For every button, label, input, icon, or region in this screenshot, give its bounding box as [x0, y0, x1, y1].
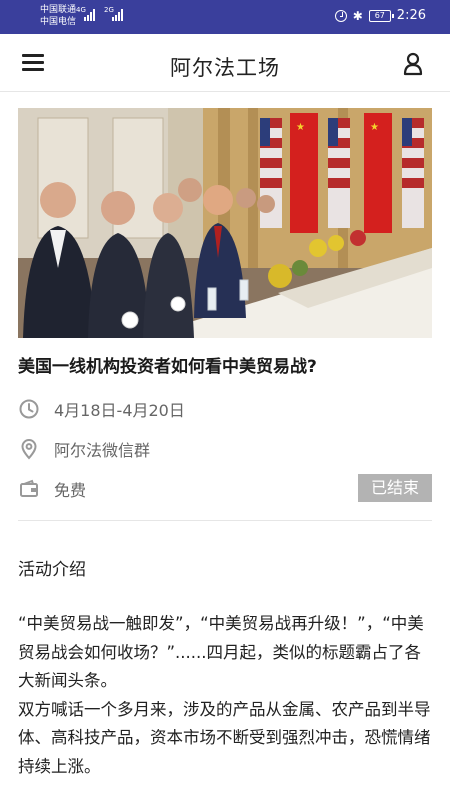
user-icon[interactable] — [402, 52, 424, 76]
event-title: 美国一线机构投资者如何看中美贸易战? — [18, 357, 317, 377]
carrier-info: 中国联通 中国电信 — [40, 4, 76, 28]
divider — [18, 520, 432, 521]
signal-icon — [112, 9, 123, 21]
event-date: 4月18日-4月20日 — [54, 401, 185, 420]
clock-icon — [19, 399, 39, 419]
event-location-row: 阿尔法微信群 — [18, 437, 150, 461]
event-location: 阿尔法微信群 — [54, 441, 151, 460]
intro-body: “中美贸易战一触即发”，“中美贸易战再升级！”，“中美贸易战会如何收场？”...… — [18, 610, 434, 781]
page-title: 阿尔法工场 — [170, 56, 280, 80]
location-pin-icon — [21, 439, 37, 460]
intro-heading: 活动介绍 — [18, 560, 86, 580]
status-right: ✱ 67 2:26 — [334, 8, 426, 23]
status-bar: 中国联通 中国电信 4G 2G ✱ 67 2:26 — [0, 0, 450, 34]
app-header: 阿尔法工场 — [0, 34, 450, 92]
clock: 2:26 — [396, 8, 426, 23]
carrier-2: 中国电信 — [40, 17, 77, 27]
event-date-row: 4月18日-4月20日 — [18, 397, 185, 421]
carrier-1: 中国联通 — [40, 5, 77, 15]
intro-paragraph-2: 双方喊话一个多月来，涉及的产品从金属、农产品到半导体、高科技产品，资本市场不断受… — [18, 699, 431, 776]
event-fee-row: 免费 — [18, 477, 86, 501]
intro-paragraph-1: “中美贸易战一触即发”，“中美贸易战再升级！”，“中美贸易战会如何收场？”...… — [18, 614, 424, 690]
event-fee: 免费 — [54, 481, 87, 500]
battery-icon: 67 — [368, 9, 394, 22]
signal-icon — [84, 9, 95, 21]
svg-text:★: ★ — [370, 122, 379, 133]
event-photo[interactable]: ★ ★ — [18, 108, 432, 338]
wallet-icon — [20, 479, 38, 497]
bluetooth-icon: ✱ — [352, 8, 363, 23]
status-badge: 已结束 — [358, 474, 432, 502]
svg-text:★: ★ — [296, 122, 305, 133]
alarm-icon — [334, 9, 347, 22]
